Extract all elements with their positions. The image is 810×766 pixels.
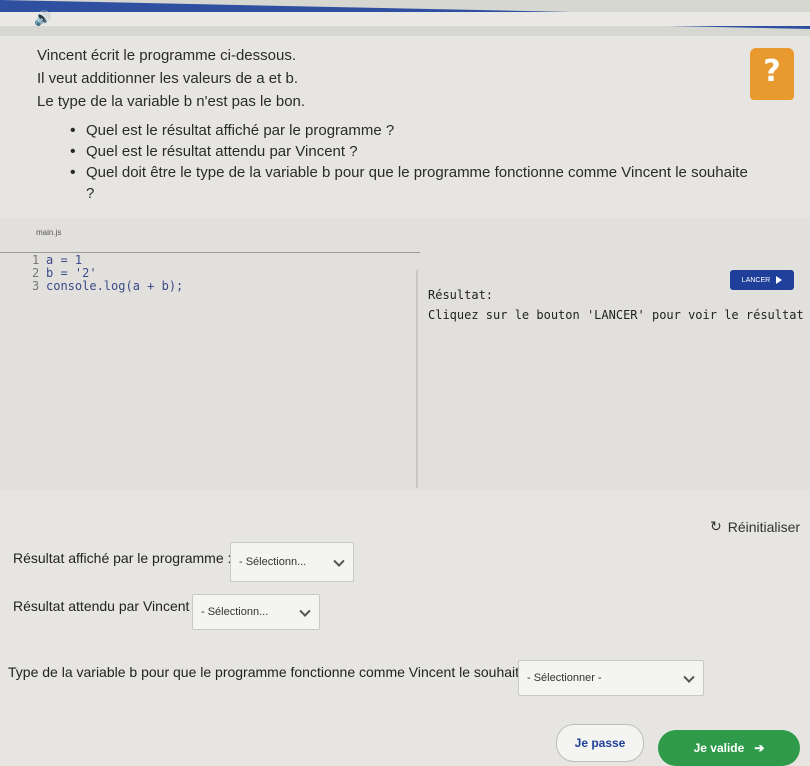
reset-label: Réinitialiser bbox=[727, 518, 801, 535]
code-editor: main.js 1a = 1 2b = '2' 3 console.log(a +… bbox=[0, 218, 810, 490]
q1-selected-value: - Sélectionn... bbox=[239, 556, 307, 568]
arrow-right-icon: ➔ bbox=[754, 741, 765, 755]
q2-label: Résultat attendu par Vincent : bbox=[13, 598, 198, 614]
top-band bbox=[0, 12, 810, 26]
q3-select[interactable]: - Sélectionner - bbox=[518, 660, 704, 696]
reset-icon: ↻ bbox=[710, 518, 722, 534]
q2-select[interactable]: - Sélectionn... bbox=[192, 594, 320, 630]
question-item: Quel doit être le type de la variable b … bbox=[70, 162, 750, 204]
validate-button[interactable]: Je valide ➔ bbox=[658, 730, 800, 766]
question-item: Quel est le résultat attendu par Vincent… bbox=[70, 141, 750, 162]
result-label: Résultat: bbox=[428, 288, 494, 302]
chevron-down-icon bbox=[333, 555, 345, 567]
top-bar bbox=[0, 0, 810, 36]
question-list: Quel est le résultat affiché par le prog… bbox=[70, 120, 750, 204]
help-icon[interactable]: ? bbox=[750, 48, 794, 100]
intro-line-3: Le type de la variable b n'est pas le bo… bbox=[37, 93, 306, 110]
file-tab[interactable]: main.js bbox=[36, 228, 61, 237]
code-area[interactable]: 1a = 1 2b = '2' 3 console.log(a + b); bbox=[32, 254, 183, 293]
chevron-down-icon bbox=[683, 671, 695, 683]
q1-select[interactable]: - Sélectionn... bbox=[230, 542, 354, 582]
code-line: 3 console.log(a + b); bbox=[32, 279, 184, 293]
result-output: Cliquez sur le bouton 'LANCER' pour voir… bbox=[428, 308, 804, 322]
validate-label: Je valide bbox=[693, 741, 745, 755]
speaker-icon[interactable]: 🔊 bbox=[34, 10, 51, 27]
intro-line-1: Vincent écrit le programme ci-dessous. bbox=[37, 47, 296, 64]
reset-button[interactable]: ↻ Réinitialiser bbox=[710, 518, 800, 535]
skip-button[interactable]: Je passe bbox=[556, 724, 644, 762]
play-icon bbox=[776, 276, 783, 284]
intro-line-2: Il veut additionner les valeurs de a et … bbox=[37, 70, 298, 87]
chevron-down-icon bbox=[299, 605, 311, 617]
question-item: Quel est le résultat affiché par le prog… bbox=[70, 120, 750, 141]
run-button[interactable]: LANCER bbox=[730, 270, 794, 290]
pane-divider bbox=[416, 270, 418, 488]
q3-label: Type de la variable b pour que le progra… bbox=[8, 664, 535, 680]
q2-selected-value: - Sélectionn... bbox=[201, 606, 269, 618]
q3-selected-value: - Sélectionner - bbox=[527, 672, 602, 684]
q1-label: Résultat affiché par le programme : bbox=[13, 550, 232, 566]
instructions: Vincent écrit le programme ci-dessous. I… bbox=[37, 44, 737, 113]
